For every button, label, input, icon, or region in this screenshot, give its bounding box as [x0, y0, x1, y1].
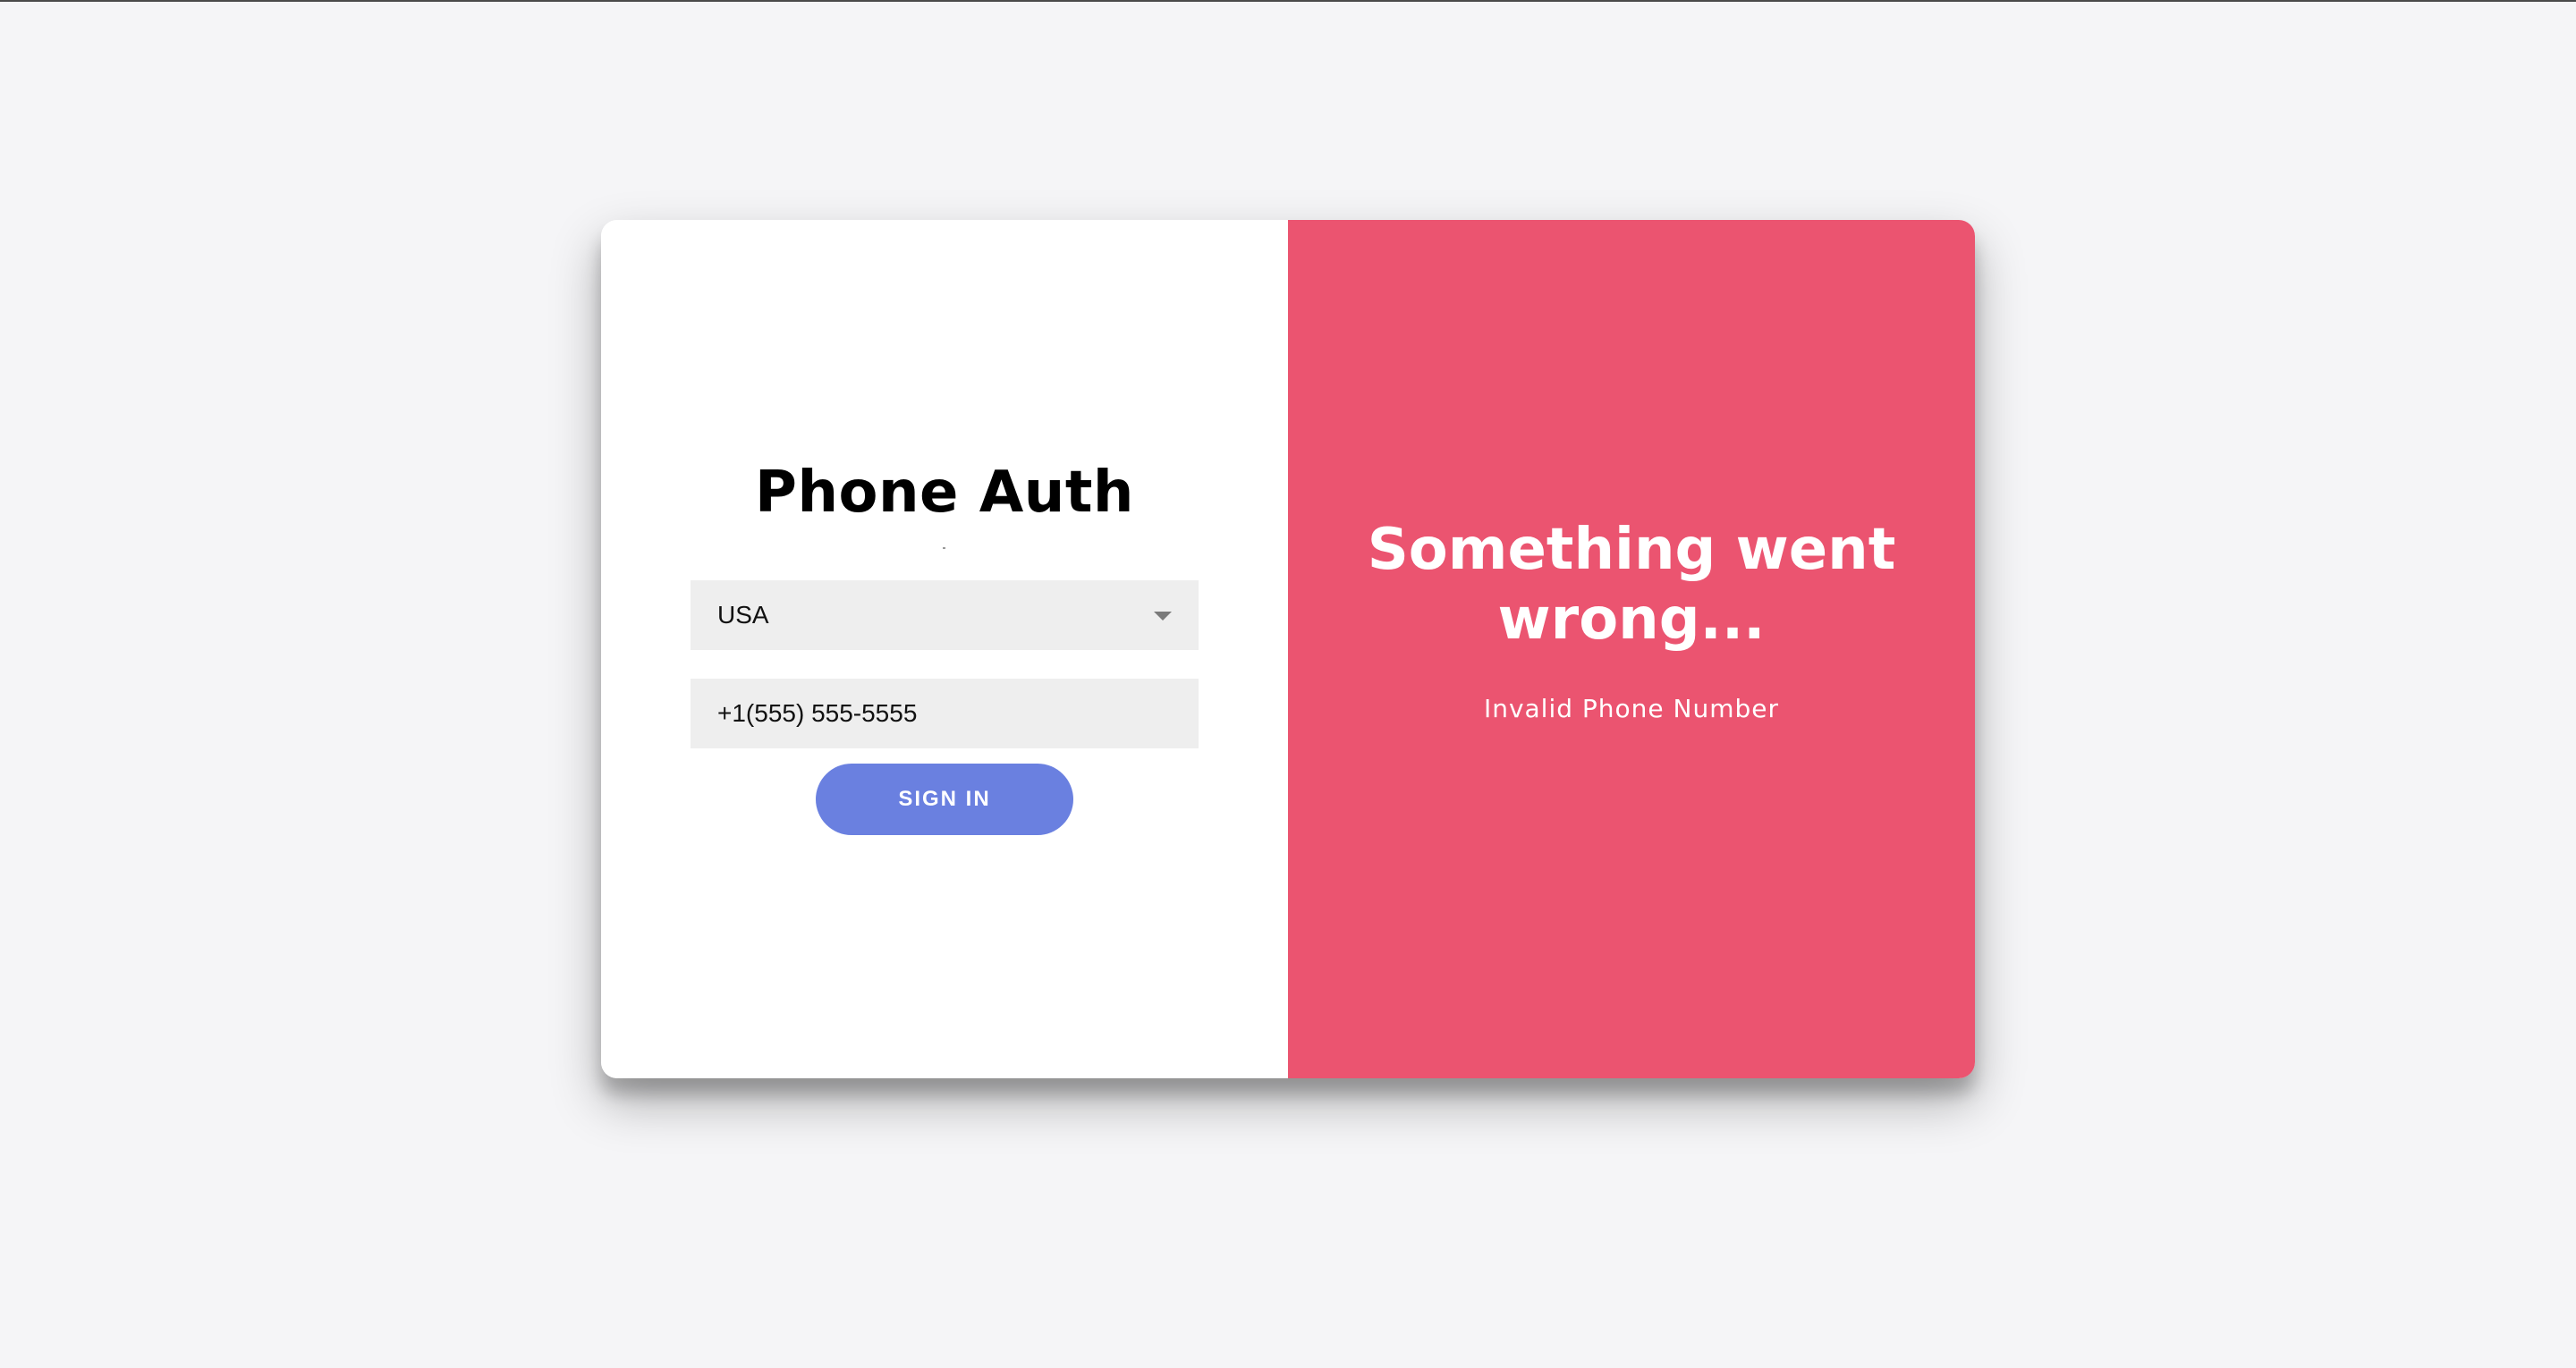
- divider-dot: [943, 547, 945, 549]
- error-panel: Something went wrong... Invalid Phone Nu…: [1288, 220, 1975, 1078]
- sign-in-panel: Phone Auth USA +1(555) 555-5555 SIGN IN: [601, 220, 1288, 1078]
- auth-card: Phone Auth USA +1(555) 555-5555 SIGN IN …: [601, 220, 1975, 1078]
- error-message: Invalid Phone Number: [1483, 694, 1780, 723]
- error-title: Something went wrong...: [1288, 515, 1975, 654]
- country-select[interactable]: USA: [691, 580, 1199, 650]
- window-top-border: [0, 0, 2576, 2]
- country-select-value: USA: [717, 601, 769, 629]
- page-title: Phone Auth: [755, 460, 1134, 526]
- sign-in-button[interactable]: SIGN IN: [816, 764, 1073, 835]
- chevron-down-icon: [1154, 612, 1172, 621]
- error-title-line-2: wrong...: [1497, 587, 1766, 653]
- error-title-line-1: Something went: [1367, 517, 1896, 583]
- phone-number-value: +1(555) 555-5555: [717, 699, 918, 727]
- phone-number-input[interactable]: +1(555) 555-5555: [691, 679, 1199, 748]
